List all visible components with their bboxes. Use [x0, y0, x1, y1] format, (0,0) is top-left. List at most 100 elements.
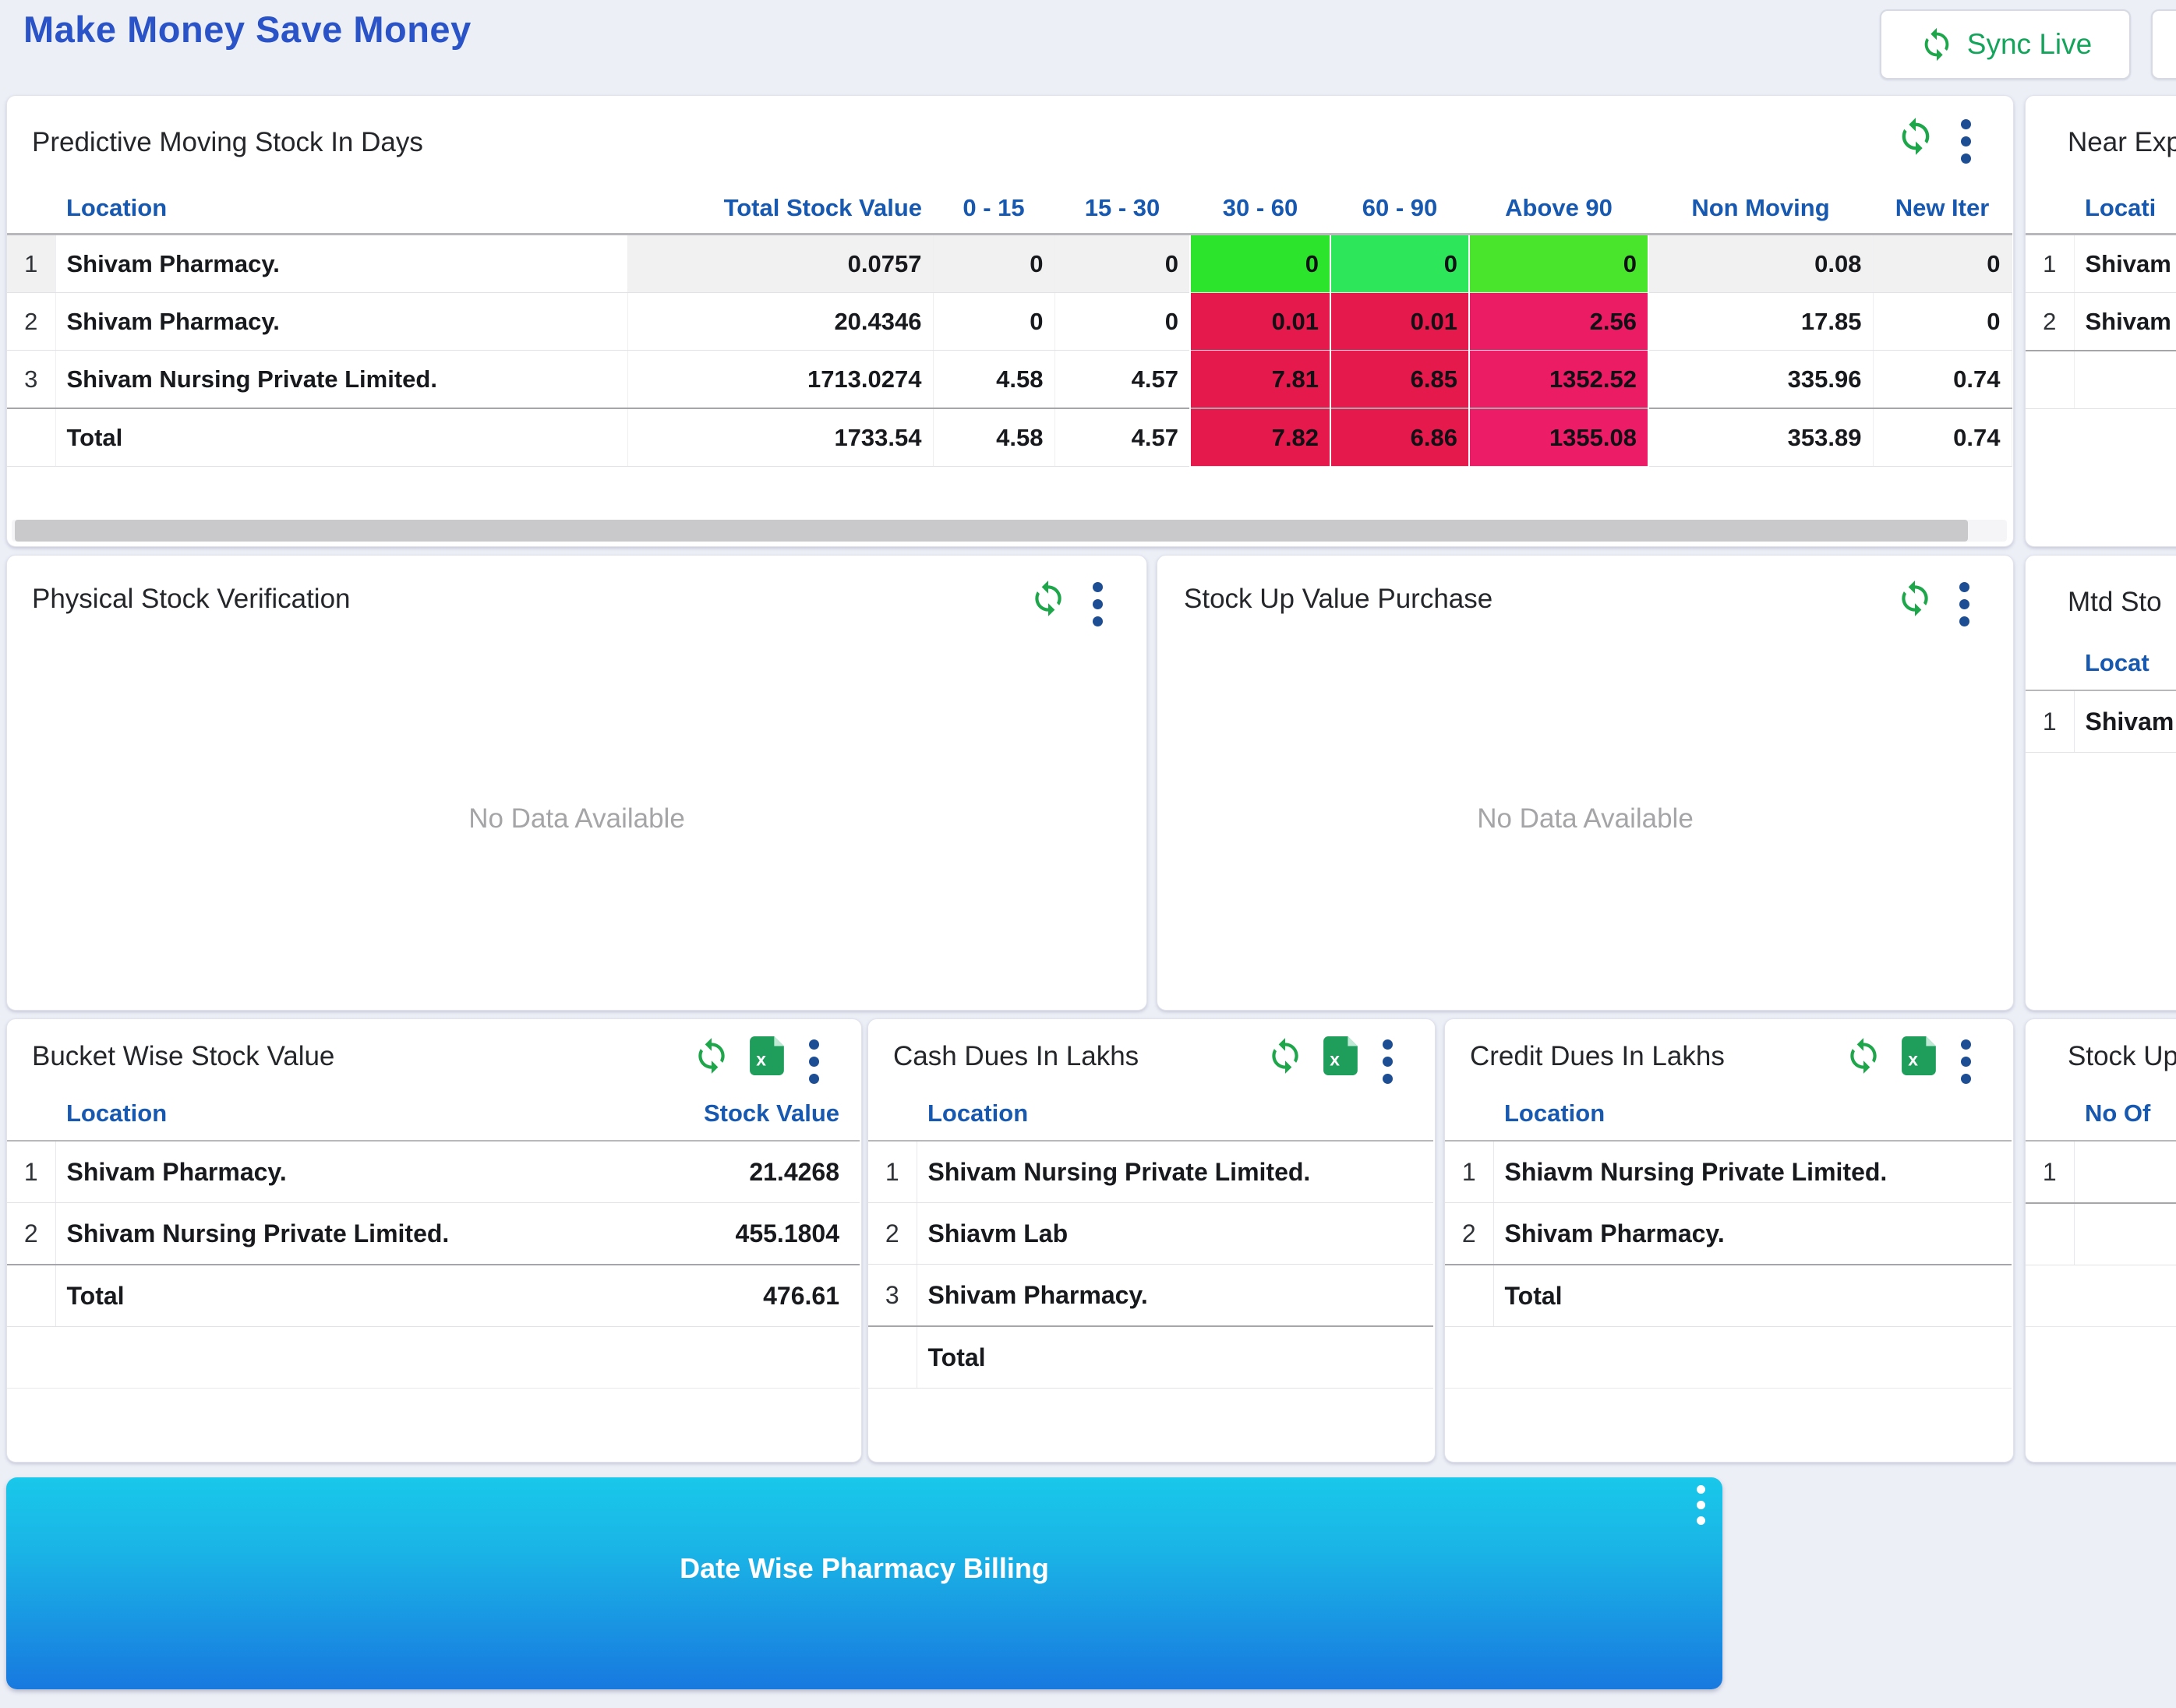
horizontal-scrollbar[interactable] — [12, 520, 2007, 542]
column-header[interactable]: 30 - 60 — [1190, 183, 1330, 235]
cell: 1355.08 — [1469, 408, 1648, 467]
column-header[interactable]: Locat — [2074, 636, 2176, 690]
column-header[interactable]: New Iter — [1873, 183, 2012, 235]
cell: 2 — [868, 1203, 917, 1265]
refresh-icon[interactable] — [1266, 1036, 1305, 1075]
table-row[interactable]: 1Shivam — [2026, 235, 2176, 293]
svg-text:x: x — [1330, 1050, 1340, 1070]
column-header[interactable]: 60 - 90 — [1330, 183, 1469, 235]
refresh-icon[interactable] — [692, 1036, 731, 1075]
total-row: Total — [1445, 1265, 2012, 1327]
refresh-icon[interactable] — [1895, 579, 1934, 618]
kebab-menu-icon[interactable] — [1955, 579, 1974, 630]
excel-export-icon[interactable]: x — [1902, 1036, 1938, 1075]
table-row[interactable]: 1Shivam Pharmacy.21.4268 — [7, 1141, 860, 1203]
column-header[interactable]: Stock Value — [627, 1086, 850, 1141]
cell — [2074, 1141, 2176, 1203]
cell — [850, 1141, 860, 1203]
cell: 1 — [2026, 690, 2074, 753]
kebab-menu-icon[interactable] — [1378, 1036, 1397, 1087]
cell: Total — [2074, 1203, 2176, 1265]
column-header[interactable]: 0 - 15 — [933, 183, 1054, 235]
table-row[interactable]: 1 — [2026, 1141, 2176, 1203]
table-row[interactable]: 1Shiavm Nursing Private Limited. — [1445, 1141, 2012, 1203]
cell: 2 — [7, 1203, 55, 1265]
cell: Shivam Nursing Private Limited. — [55, 351, 627, 409]
column-header[interactable] — [1445, 1086, 1493, 1141]
sync-icon — [1919, 26, 1955, 62]
cell: 17.85 — [1648, 293, 1873, 351]
column-header[interactable]: No Of — [2074, 1086, 2176, 1141]
refresh-icon[interactable] — [1844, 1036, 1883, 1075]
panel-physical-stock-verification: Physical Stock Verification No Data Avai… — [6, 555, 1147, 1011]
excel-export-icon[interactable]: x — [1323, 1036, 1359, 1075]
column-header[interactable]: Total Stock Value — [627, 183, 933, 235]
column-header[interactable] — [2026, 636, 2074, 690]
kebab-menu-icon[interactable] — [1956, 116, 1976, 167]
excel-export-icon[interactable]: x — [750, 1036, 786, 1075]
column-header[interactable]: Location — [55, 1086, 627, 1141]
cell: 3 — [868, 1265, 917, 1327]
page-title: Make Money Save Money — [23, 8, 472, 51]
column-header[interactable]: Location — [1493, 1086, 2012, 1141]
column-header[interactable]: 15 - 30 — [1054, 183, 1190, 235]
cell — [7, 1265, 55, 1327]
date-wise-pharmacy-billing-card[interactable]: Date Wise Pharmacy Billing — [6, 1477, 1722, 1689]
refresh-icon[interactable] — [1895, 116, 1936, 157]
cell: 1733.54 — [627, 408, 933, 467]
panel-title: Stock Up — [2068, 1041, 2176, 1072]
table-row[interactable]: 2Shivam Pharmacy.20.4346000.010.012.5617… — [7, 293, 2012, 351]
column-header[interactable] — [850, 1086, 860, 1141]
cell: Shivam Pharmacy. — [917, 1265, 1433, 1327]
column-header[interactable]: Above 90 — [1469, 183, 1648, 235]
cell: 4.57 — [1054, 408, 1190, 467]
cell: 1 — [7, 235, 55, 293]
table-row[interactable]: 3Shivam Nursing Private Limited.1713.027… — [7, 351, 2012, 409]
cell: 0.01 — [1330, 293, 1469, 351]
table-row[interactable]: 2Shiavm Lab — [868, 1203, 1433, 1265]
table-row[interactable]: 2Shivam — [2026, 293, 2176, 351]
column-header[interactable] — [868, 1086, 917, 1141]
column-header[interactable] — [2026, 183, 2074, 235]
empty-row — [2026, 1265, 2176, 1327]
table-row[interactable]: 2Shivam Pharmacy. — [1445, 1203, 2012, 1265]
cell — [850, 1203, 860, 1265]
table-row[interactable]: 1Shivam Nursing Private Limited. — [868, 1141, 1433, 1203]
secondary-button-partial[interactable] — [2151, 9, 2176, 79]
cell — [2026, 1203, 2074, 1265]
cell: Shivam Pharmacy. — [1493, 1203, 2012, 1265]
cell: 0.01 — [1190, 293, 1330, 351]
cell: 0 — [1469, 235, 1648, 293]
kebab-menu-icon[interactable] — [804, 1036, 824, 1087]
cell: 4.57 — [1054, 351, 1190, 409]
cell — [627, 1327, 850, 1389]
column-header[interactable]: Locati — [2074, 183, 2176, 235]
panel-title: Stock Up Value Purchase — [1184, 584, 1492, 615]
kebab-menu-icon[interactable] — [1956, 1036, 1976, 1087]
cell: Shivam — [2074, 293, 2176, 351]
column-header[interactable]: Non Moving — [1648, 183, 1873, 235]
cell: 0 — [1873, 293, 2012, 351]
panel-title: Cash Dues In Lakhs — [893, 1041, 1139, 1072]
cell — [55, 1327, 627, 1389]
column-header[interactable] — [7, 183, 55, 235]
column-header[interactable] — [2026, 1086, 2074, 1141]
kebab-menu-icon[interactable] — [1692, 1482, 1710, 1528]
cell: 7.82 — [1190, 408, 1330, 467]
panel-mtd-stock: Mtd Sto Locat1Shivam — [2025, 555, 2176, 1011]
table-row[interactable]: 1Shivam — [2026, 690, 2176, 753]
table-row[interactable]: 1Shivam Pharmacy.0.0757000000.080 — [7, 235, 2012, 293]
column-header[interactable] — [7, 1086, 55, 1141]
table-row[interactable]: 3Shivam Pharmacy. — [868, 1265, 1433, 1327]
column-header[interactable]: Location — [917, 1086, 1433, 1141]
refresh-icon[interactable] — [1029, 579, 1068, 618]
table-row[interactable]: 2Shivam Nursing Private Limited.455.1804 — [7, 1203, 860, 1265]
sync-live-button[interactable]: Sync Live — [1880, 9, 2131, 79]
cell — [7, 1327, 55, 1389]
cell — [2026, 351, 2074, 409]
predictive-table: LocationTotal Stock Value0 - 1515 - 3030… — [7, 183, 2012, 467]
column-header[interactable]: Location — [55, 183, 627, 235]
kebab-menu-icon[interactable] — [1088, 579, 1107, 630]
scrollbar-thumb[interactable] — [15, 520, 1968, 542]
panel-cash-dues: Cash Dues In Lakhs x Location1Shivam Nur… — [867, 1018, 1436, 1463]
